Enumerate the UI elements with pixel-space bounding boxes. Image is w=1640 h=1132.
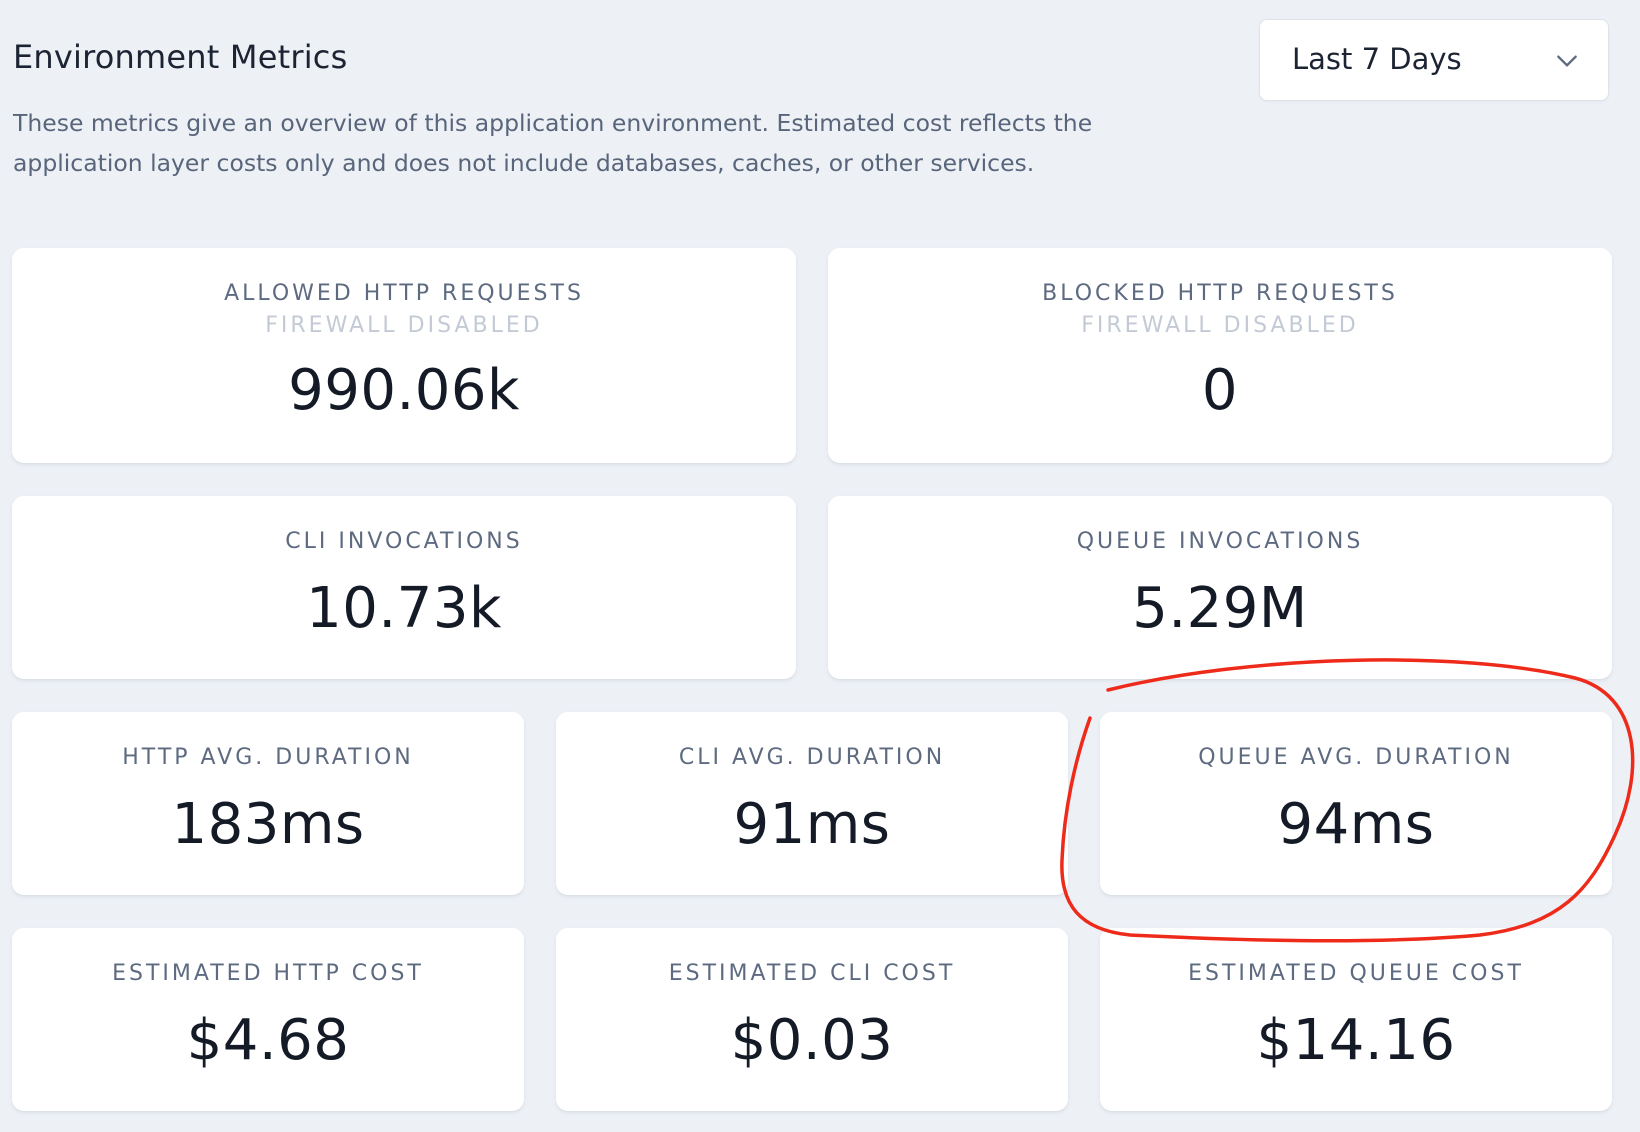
- metric-label: BLOCKED HTTP REQUESTS: [1042, 281, 1398, 306]
- metric-label: CLI AVG. DURATION: [678, 745, 946, 770]
- metric-card-estimated-queue-cost: ESTIMATED QUEUE COST $14.16: [1100, 928, 1612, 1111]
- metric-card-allowed-http-requests: ALLOWED HTTP REQUESTS FIREWALL DISABLED …: [12, 248, 796, 463]
- metric-card-cli-avg-duration: CLI AVG. DURATION 91ms: [556, 712, 1068, 895]
- metric-value: 91ms: [733, 792, 891, 857]
- date-range-select[interactable]: Last 7 Days: [1259, 19, 1609, 101]
- metric-card-queue-invocations: QUEUE INVOCATIONS 5.29M: [828, 496, 1612, 679]
- metric-label: ALLOWED HTTP REQUESTS: [224, 281, 584, 306]
- page-title: Environment Metrics: [13, 38, 348, 76]
- metric-value: $0.03: [730, 1008, 894, 1073]
- metric-value: 990.06k: [288, 358, 520, 423]
- metric-value: $4.68: [186, 1008, 350, 1073]
- metric-sublabel: FIREWALL DISABLED: [1081, 313, 1359, 338]
- metric-value: 94ms: [1277, 792, 1435, 857]
- metric-card-blocked-http-requests: BLOCKED HTTP REQUESTS FIREWALL DISABLED …: [828, 248, 1612, 463]
- metric-label: QUEUE AVG. DURATION: [1198, 745, 1514, 770]
- metric-label: ESTIMATED HTTP COST: [112, 961, 424, 986]
- metric-card-cli-invocations: CLI INVOCATIONS 10.73k: [12, 496, 796, 679]
- metric-value: $14.16: [1256, 1008, 1456, 1073]
- metric-label: HTTP AVG. DURATION: [122, 745, 414, 770]
- metric-value: 5.29M: [1132, 576, 1308, 641]
- metric-value: 10.73k: [306, 576, 502, 641]
- metric-card-estimated-http-cost: ESTIMATED HTTP COST $4.68: [12, 928, 524, 1111]
- page-description: These metrics give an overview of this a…: [13, 109, 1093, 177]
- metric-label: ESTIMATED QUEUE COST: [1188, 961, 1524, 986]
- metric-label: QUEUE INVOCATIONS: [1076, 529, 1364, 554]
- metric-card-queue-avg-duration: QUEUE AVG. DURATION 94ms: [1100, 712, 1612, 895]
- metric-label: ESTIMATED CLI COST: [668, 961, 956, 986]
- metric-card-estimated-cli-cost: ESTIMATED CLI COST $0.03: [556, 928, 1068, 1111]
- metric-label: CLI INVOCATIONS: [285, 529, 523, 554]
- chevron-down-icon: [1557, 55, 1577, 67]
- metric-value: 0: [1201, 358, 1239, 423]
- date-range-selected-value: Last 7 Days: [1292, 42, 1462, 76]
- metric-card-http-avg-duration: HTTP AVG. DURATION 183ms: [12, 712, 524, 895]
- metric-value: 183ms: [171, 792, 365, 857]
- metric-sublabel: FIREWALL DISABLED: [265, 313, 543, 338]
